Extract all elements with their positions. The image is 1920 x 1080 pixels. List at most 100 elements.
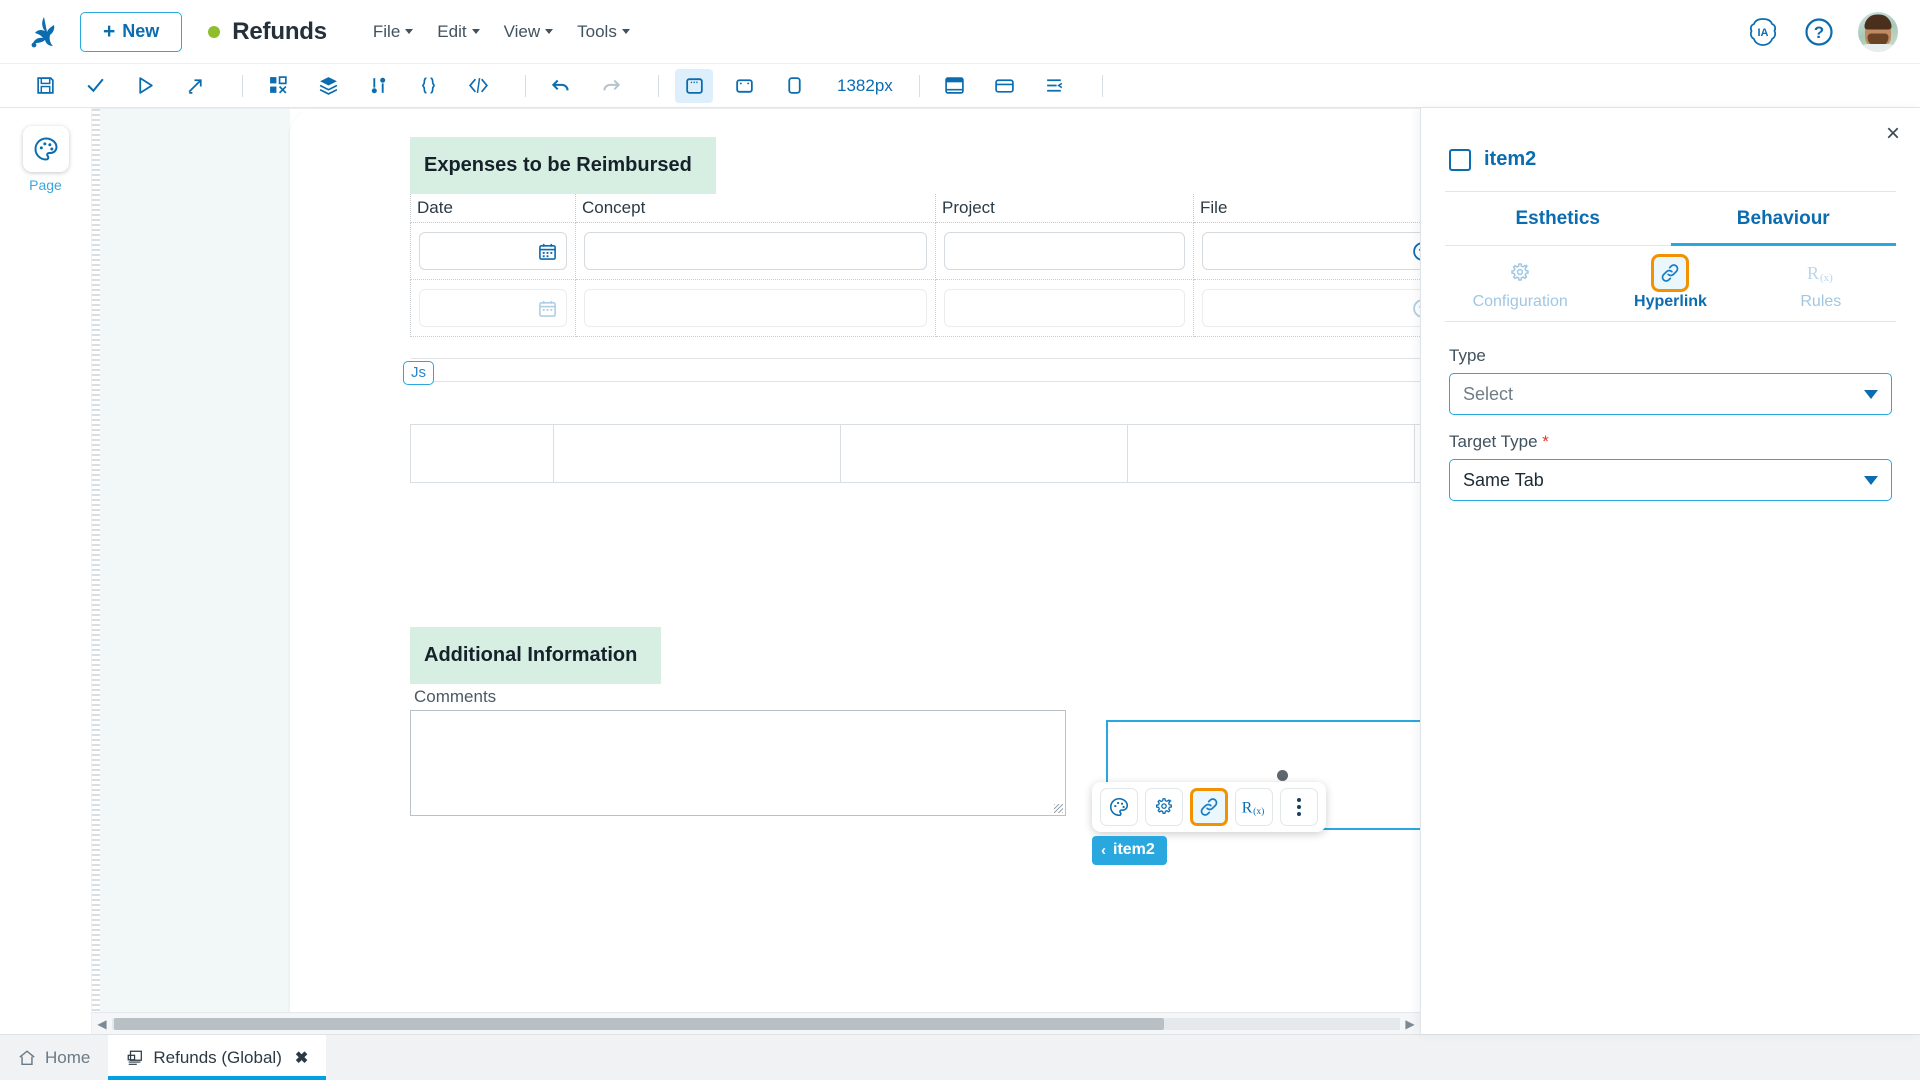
bottom-tab-home-label: Home <box>45 1048 90 1068</box>
file-upload-field[interactable] <box>1202 232 1420 270</box>
tablet-preview-icon[interactable] <box>725 69 763 103</box>
resize-handle[interactable] <box>1054 804 1063 813</box>
menu-view[interactable]: View <box>504 22 554 42</box>
subtab-rules[interactable]: R(x) Rules <box>1746 246 1896 321</box>
viewport-size-label[interactable]: 1382px <box>837 76 893 96</box>
file-upload-field[interactable] <box>1202 289 1420 327</box>
blank-cell[interactable] <box>1128 425 1415 483</box>
mobile-preview-icon[interactable] <box>775 69 813 103</box>
braces-icon[interactable] <box>409 69 447 103</box>
date-field[interactable] <box>419 289 567 327</box>
new-button[interactable]: + New <box>80 12 182 52</box>
chevron-down-icon <box>622 29 630 34</box>
target-type-select-value: Same Tab <box>1463 470 1544 491</box>
cell-date[interactable] <box>411 223 576 280</box>
cell-date[interactable] <box>411 280 576 337</box>
canvas-wrapper: Expenses to be Reimbursed Date Concept P… <box>92 108 1420 1034</box>
undo-icon[interactable] <box>542 69 580 103</box>
scrollbar-thumb[interactable] <box>114 1018 1164 1030</box>
cell-project[interactable] <box>936 223 1194 280</box>
menu-edit[interactable]: Edit <box>437 22 479 42</box>
header-footer-icon[interactable] <box>936 69 974 103</box>
editor-toolbar: 1382px <box>0 64 1920 108</box>
ia-brain-icon[interactable]: IA <box>1746 15 1780 49</box>
header-actions: IA ? <box>1746 12 1898 52</box>
blank-cell[interactable] <box>554 425 841 483</box>
concept-field[interactable] <box>584 232 927 270</box>
project-field[interactable] <box>944 289 1185 327</box>
menu-file[interactable]: File <box>373 22 413 42</box>
widgets-grid-icon[interactable] <box>259 69 297 103</box>
user-avatar[interactable] <box>1858 12 1898 52</box>
rules-rx-icon[interactable]: R(x) <box>1235 788 1273 826</box>
layers-icon[interactable] <box>309 69 347 103</box>
esthetics-palette-icon[interactable] <box>1100 788 1138 826</box>
tab-esthetics[interactable]: Esthetics <box>1445 192 1671 246</box>
code-icon[interactable] <box>459 69 497 103</box>
menu-tools[interactable]: Tools <box>577 22 630 42</box>
column-header-concept: Concept <box>576 194 936 223</box>
menu-view-label: View <box>504 22 541 42</box>
bottom-tab-home[interactable]: Home <box>0 1035 108 1080</box>
checkbox-unchecked-icon[interactable] <box>1449 149 1471 171</box>
hyperlink-icon[interactable] <box>1190 788 1228 826</box>
table-row[interactable] <box>411 425 1421 483</box>
close-icon[interactable]: ✖ <box>295 1048 308 1068</box>
comments-group: Comments <box>410 684 1066 816</box>
date-field[interactable] <box>419 232 567 270</box>
chevron-down-icon <box>405 29 413 34</box>
tab-behaviour[interactable]: Behaviour <box>1671 192 1897 246</box>
subtab-configuration[interactable]: Configuration <box>1445 246 1595 321</box>
js-script-badge[interactable]: Js <box>403 361 434 385</box>
panel-tabs: Esthetics Behaviour <box>1445 192 1896 246</box>
item2-selection-badge[interactable]: ‹ item2 <box>1092 836 1167 865</box>
configuration-gear-icon[interactable] <box>1145 788 1183 826</box>
canvas-horizontal-scrollbar[interactable]: ◀ ▶ <box>92 1012 1420 1034</box>
project-field[interactable] <box>944 232 1185 270</box>
scrollbar-track[interactable] <box>112 1018 1400 1030</box>
column-header-project: Project <box>936 194 1194 223</box>
subtab-configuration-label: Configuration <box>1445 293 1595 311</box>
comments-textarea[interactable] <box>410 710 1066 816</box>
target-type-select[interactable]: Same Tab <box>1449 459 1892 501</box>
subtab-hyperlink[interactable]: Hyperlink <box>1595 246 1745 321</box>
container-icon[interactable] <box>986 69 1024 103</box>
avatar-hair <box>1865 15 1892 30</box>
expenses-section-title: Expenses to be Reimbursed <box>410 137 716 194</box>
data-flow-icon[interactable] <box>359 69 397 103</box>
cell-concept[interactable] <box>576 223 936 280</box>
scroll-left-arrow-icon[interactable]: ◀ <box>92 1017 112 1031</box>
chevron-left-icon: ‹ <box>1101 842 1106 859</box>
cell-concept[interactable] <box>576 280 936 337</box>
blank-cell[interactable] <box>411 425 554 483</box>
desktop-preview-icon[interactable] <box>675 69 713 103</box>
run-play-icon[interactable] <box>126 69 164 103</box>
redo-icon[interactable] <box>592 69 630 103</box>
table-row[interactable] <box>411 280 1421 337</box>
subtab-rules-icon-wrap: R(x) <box>1746 256 1896 290</box>
cell-file[interactable] <box>1194 280 1421 337</box>
deploy-share-icon[interactable] <box>176 69 214 103</box>
scroll-right-arrow-icon[interactable]: ▶ <box>1400 1017 1420 1031</box>
close-icon[interactable]: × <box>1886 122 1900 146</box>
validate-check-icon[interactable] <box>76 69 114 103</box>
toolbar-divider <box>658 75 659 97</box>
expenses-table-body <box>411 223 1421 359</box>
concept-field[interactable] <box>584 289 927 327</box>
cell-project[interactable] <box>936 280 1194 337</box>
more-options-icon[interactable] <box>1280 788 1318 826</box>
help-question-icon[interactable]: ? <box>1802 15 1836 49</box>
sidebar-item-page[interactable]: Page <box>23 126 69 193</box>
bottom-tab-refunds[interactable]: Refunds (Global) ✖ <box>108 1035 326 1080</box>
frog-logo-icon[interactable] <box>22 10 66 54</box>
avatar-shirt <box>1859 44 1897 52</box>
align-icon[interactable] <box>1036 69 1074 103</box>
blank-cell[interactable] <box>841 425 1128 483</box>
subtab-rules-label: Rules <box>1746 293 1896 311</box>
table-row[interactable] <box>411 223 1421 280</box>
design-canvas[interactable]: Expenses to be Reimbursed Date Concept P… <box>92 108 1420 1034</box>
save-icon[interactable] <box>26 69 64 103</box>
chevron-down-icon <box>472 29 480 34</box>
cell-file[interactable] <box>1194 223 1421 280</box>
type-select[interactable]: Select <box>1449 373 1892 415</box>
